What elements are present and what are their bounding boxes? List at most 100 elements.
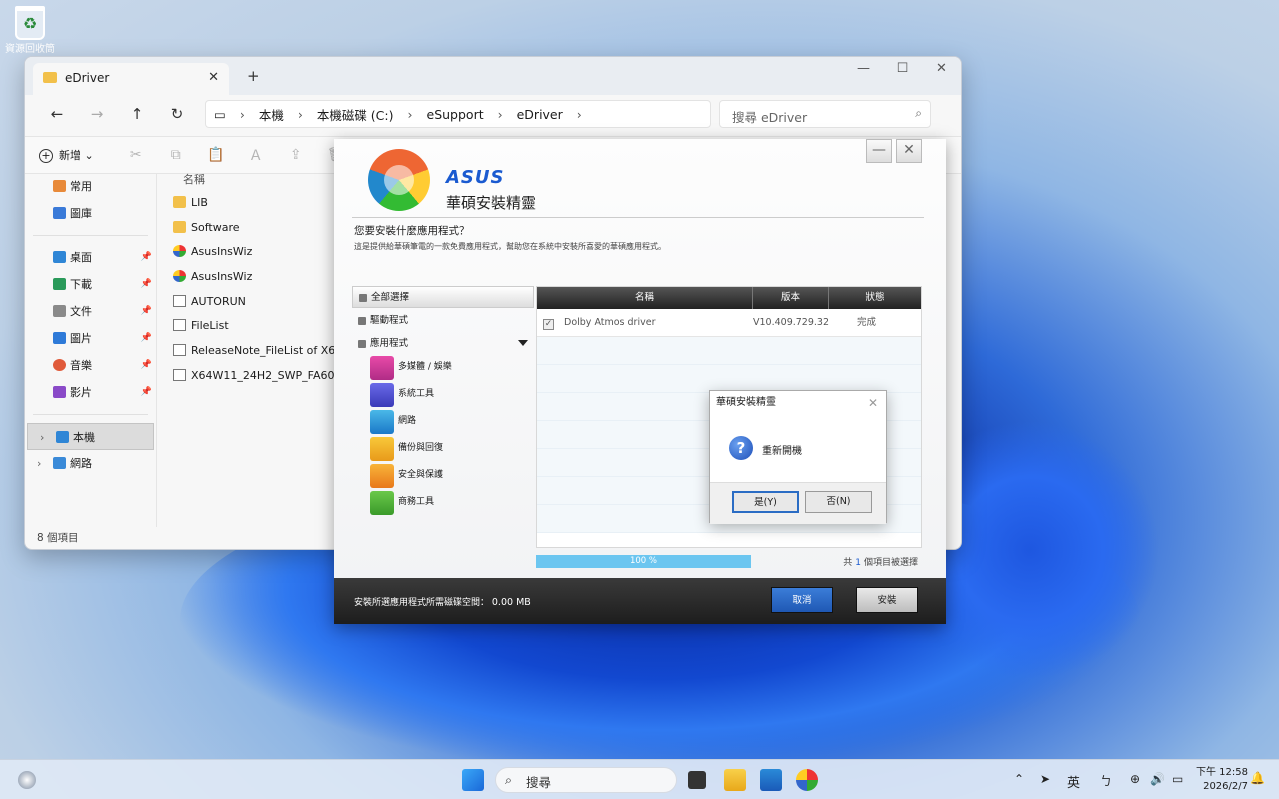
close-icon[interactable]: ✕ — [868, 391, 878, 415]
refresh-button[interactable]: ↻ — [157, 105, 197, 123]
checkbox-icon[interactable] — [358, 340, 366, 348]
subcategory-label: 商務工具 — [398, 497, 435, 507]
subcategory-multimedia[interactable]: 多媒體 / 娛樂 — [352, 354, 534, 381]
file-explorer-icon[interactable] — [724, 769, 746, 791]
subcategory-business[interactable]: 商務工具 — [352, 489, 534, 516]
share-icon[interactable]: ⇪ — [276, 147, 316, 163]
nav-gallery[interactable]: 圖庫 — [25, 200, 156, 227]
document-icon — [53, 305, 66, 317]
list-item[interactable]: ReleaseNote_FileList of X64W11 — [165, 339, 345, 364]
checkbox-icon[interactable] — [358, 317, 366, 325]
breadcrumb[interactable]: ▭ › 本機 › 本機磁碟 (C:) › eSupport › eDriver › — [205, 100, 711, 128]
ime-mode-icon[interactable]: ㄅ — [1100, 772, 1112, 789]
chevron-up-icon[interactable]: ⌃ — [1014, 772, 1024, 786]
ime-indicator[interactable]: 英 — [1067, 772, 1080, 791]
select-all-category[interactable]: 全部選擇 — [352, 286, 534, 308]
no-button[interactable]: 否(N) — [805, 491, 872, 513]
task-view-icon[interactable] — [688, 771, 706, 789]
new-tab-button[interactable]: + — [247, 67, 260, 85]
list-item[interactable]: LIB — [165, 191, 345, 216]
pin-icon: 📌 — [140, 252, 152, 262]
yes-button[interactable]: 是(Y) — [732, 491, 799, 513]
clock[interactable]: 下午 12:58 2026/2/7 — [1196, 766, 1248, 794]
category-driver[interactable]: 驅動程式 — [352, 310, 534, 331]
taskbar-search[interactable]: ⌕ 搜尋 — [495, 767, 677, 793]
forward-button[interactable]: → — [77, 105, 117, 123]
app-icon — [173, 270, 186, 283]
file-name: Software — [191, 220, 240, 234]
address-row: ← → ↑ ↻ ▭ › 本機 › 本機磁碟 (C:) › eSupport › eDri… — [25, 95, 961, 133]
location-icon[interactable]: ➤ — [1040, 772, 1050, 786]
video-icon — [53, 386, 66, 398]
category-apps[interactable]: 應用程式 — [352, 333, 534, 354]
nav-pictures[interactable]: 圖片 📌 — [25, 325, 156, 352]
list-item[interactable]: AsusInsWiz — [165, 265, 345, 290]
new-label: 新增 — [59, 149, 81, 162]
network-icon[interactable]: ⊕ — [1130, 772, 1140, 786]
progress-bar: 100 % — [536, 555, 751, 568]
volume-icon[interactable]: 🔊 — [1150, 772, 1165, 786]
nav-downloads[interactable]: 下載 📌 — [25, 271, 156, 298]
chevron-right-icon[interactable]: › — [40, 424, 44, 451]
nav-home[interactable]: 常用 — [25, 173, 156, 200]
nav-music[interactable]: 音樂 📌 — [25, 352, 156, 379]
store-icon[interactable] — [760, 769, 782, 791]
file-name: ReleaseNote_FileList of X64W11 — [191, 344, 345, 358]
breadcrumb-item[interactable]: 本機 — [259, 105, 284, 124]
subcategory-system-tools[interactable]: 系統工具 — [352, 381, 534, 408]
up-button[interactable]: ↑ — [117, 105, 157, 123]
close-tab-icon[interactable]: ✕ — [208, 70, 219, 85]
subcategory-backup[interactable]: 備份與回復 — [352, 435, 534, 462]
maximize-button[interactable]: ☐ — [883, 57, 922, 85]
list-item[interactable]: X64W11_24H2_SWP_FA608UM — [165, 364, 345, 389]
copy-icon[interactable]: ⧉ — [156, 147, 196, 163]
table-row[interactable]: ✓ Dolby Atmos driver V10.409.729.32 完成 — [537, 309, 921, 337]
list-item[interactable]: FileList — [165, 314, 345, 339]
breadcrumb-item[interactable]: eDriver — [517, 107, 563, 122]
checkbox-icon[interactable] — [359, 294, 367, 302]
tab-edriver[interactable]: eDriver ✕ — [33, 63, 229, 95]
column-header-name[interactable]: 名稱 — [165, 169, 345, 191]
list-item[interactable]: AUTORUN — [165, 290, 345, 315]
rename-icon[interactable]: Ａ — [236, 145, 276, 165]
start-icon[interactable] — [462, 769, 484, 791]
paste-icon[interactable]: 📋 — [196, 147, 236, 163]
subcategory-security[interactable]: 安全與保護 — [352, 462, 534, 489]
nav-videos[interactable]: 影片 📌 — [25, 379, 156, 406]
close-button[interactable]: ✕ — [896, 139, 922, 163]
minimize-button[interactable]: — — [844, 57, 883, 85]
column-header-name[interactable]: 名稱 — [537, 287, 753, 309]
cancel-button[interactable]: 取消 — [771, 587, 833, 613]
recycle-bin[interactable]: ♻ 資源回收筒 — [4, 6, 56, 55]
cut-icon[interactable]: ✂ — [116, 147, 156, 163]
minimize-button[interactable]: — — [866, 139, 892, 163]
column-header-version[interactable]: 版本 — [753, 287, 829, 309]
notification-icon[interactable]: 🔔 — [1250, 771, 1265, 785]
document-icon — [370, 490, 394, 515]
subcategory-network[interactable]: 網路 — [352, 408, 534, 435]
chevron-right-icon[interactable]: › — [37, 450, 41, 477]
expand-arrow-icon[interactable] — [518, 340, 528, 346]
search-icon: ⌕ — [505, 772, 513, 787]
list-item[interactable]: AsusInsWiz — [165, 240, 345, 265]
nav-this-pc[interactable]: › 本機 — [27, 423, 154, 450]
close-button[interactable]: ✕ — [922, 57, 961, 85]
battery-icon[interactable]: ▭ — [1172, 772, 1183, 786]
list-item[interactable]: Software — [165, 216, 345, 241]
checkbox-checked-icon[interactable]: ✓ — [543, 319, 554, 330]
nav-network[interactable]: › 網路 — [25, 450, 156, 477]
back-button[interactable]: ← — [37, 105, 77, 123]
category-label: 應用程式 — [370, 338, 409, 349]
breadcrumb-item[interactable]: 本機磁碟 (C:) — [317, 105, 394, 124]
recycle-bin-icon: ♻ — [15, 6, 45, 40]
new-button[interactable]: + 新增 ⌄ — [39, 147, 94, 163]
asus-installer-taskbar-icon[interactable] — [796, 769, 818, 791]
search-input[interactable]: 搜尋 eDriver ⌕ — [719, 100, 931, 128]
nav-desktop[interactable]: 桌面 📌 — [25, 244, 156, 271]
nav-documents[interactable]: 文件 📌 — [25, 298, 156, 325]
dialog-title: 華碩安裝精靈 — [716, 397, 776, 408]
column-header-status[interactable]: 狀態 — [829, 287, 921, 309]
install-button[interactable]: 安裝 — [856, 587, 918, 613]
widgets-icon[interactable] — [18, 771, 36, 789]
breadcrumb-item[interactable]: eSupport — [427, 107, 484, 122]
